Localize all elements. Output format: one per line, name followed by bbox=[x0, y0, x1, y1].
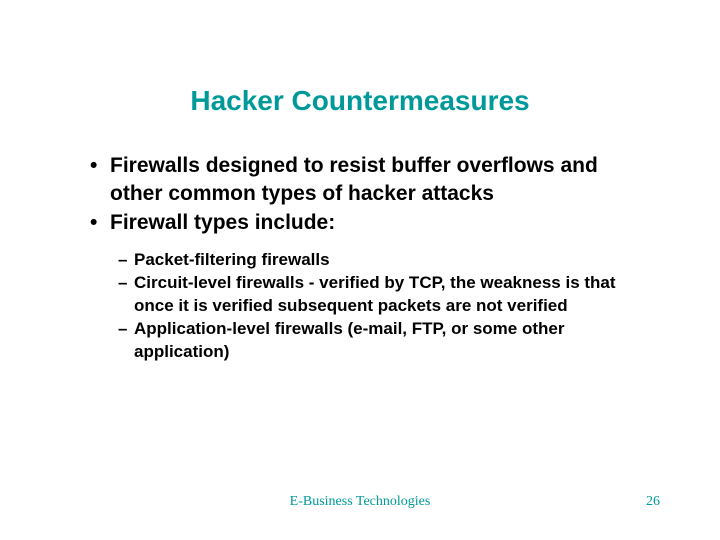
sub-bullet-item: Packet-filtering firewalls bbox=[110, 249, 640, 272]
slide-title: Hacker Countermeasures bbox=[0, 0, 720, 152]
sub-bullet-item: Application-level firewalls (e-mail, FTP… bbox=[110, 318, 640, 364]
slide: Hacker Countermeasures Firewalls designe… bbox=[0, 0, 720, 540]
bullet-item: Firewall types include: bbox=[80, 209, 640, 237]
content-area: Firewalls designed to resist buffer over… bbox=[0, 152, 720, 364]
page-number: 26 bbox=[646, 494, 660, 510]
bullet-item: Firewalls designed to resist buffer over… bbox=[80, 152, 640, 209]
sub-bullet-item: Circuit-level firewalls - verified by TC… bbox=[110, 272, 640, 318]
sub-list: Packet-filtering firewalls Circuit-level… bbox=[80, 249, 640, 364]
footer-text: E-Business Technologies bbox=[0, 494, 720, 510]
